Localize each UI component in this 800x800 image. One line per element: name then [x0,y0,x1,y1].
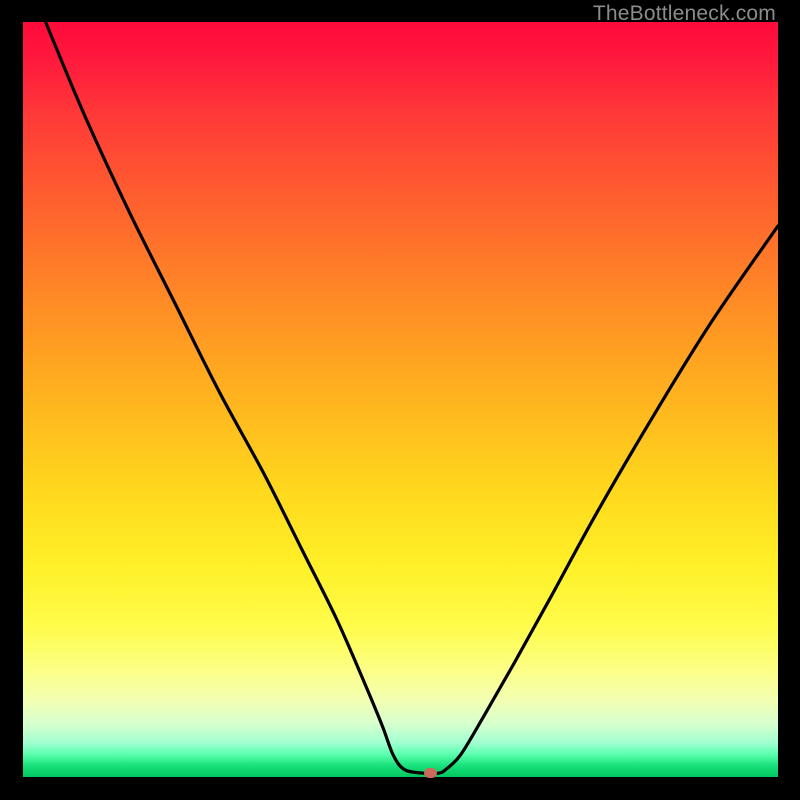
bottleneck-curve [23,22,778,777]
optimal-point-marker [424,768,437,778]
chart-frame: TheBottleneck.com [0,0,800,800]
watermark-text: TheBottleneck.com [593,2,776,26]
chart-plot-area [23,22,778,777]
